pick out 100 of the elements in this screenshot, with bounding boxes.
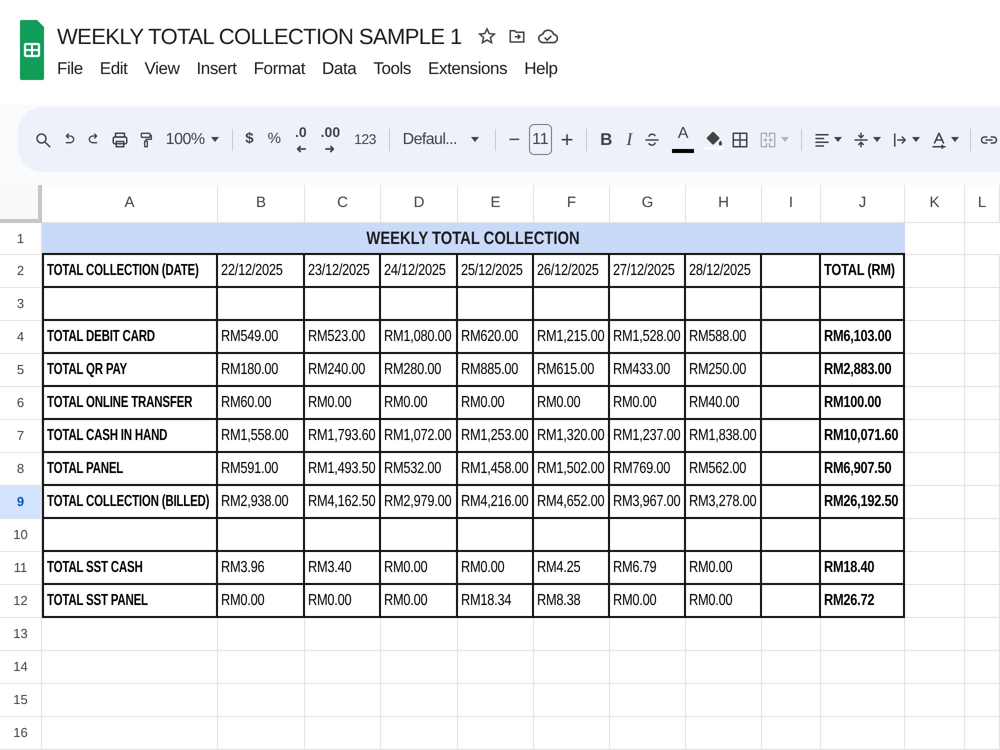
document-title[interactable]: WEEKLY TOTAL COLLECTION SAMPLE 1 xyxy=(57,20,462,52)
column-header[interactable]: E xyxy=(458,185,534,223)
row-header[interactable]: 9 xyxy=(0,486,42,519)
menu-item[interactable]: Extensions xyxy=(426,56,510,82)
table-cell: RM620.00 xyxy=(458,321,534,354)
italic-button[interactable]: I xyxy=(621,124,638,154)
table-cell: RM2,938.00 xyxy=(218,486,305,519)
percent-button[interactable]: % xyxy=(262,124,286,154)
grid-cell xyxy=(965,618,1000,651)
number-format-button[interactable]: 123 xyxy=(349,124,381,154)
table-cell: RM1,072.00 xyxy=(381,420,458,453)
column-header[interactable]: L xyxy=(965,185,1000,223)
row-header[interactable]: 7 xyxy=(0,420,42,453)
print-icon[interactable] xyxy=(111,130,130,148)
font-dropdown[interactable]: Defaul... xyxy=(398,124,487,154)
decrease-font-size-button[interactable]: − xyxy=(504,124,526,154)
row-header[interactable]: 10 xyxy=(0,519,42,552)
font-size-field[interactable]: 11 xyxy=(529,124,552,155)
table-cell: RM433.00 xyxy=(610,354,686,387)
row-header[interactable]: 13 xyxy=(0,618,42,651)
grid-cell xyxy=(905,288,965,321)
menu-item[interactable]: File xyxy=(55,56,85,82)
borders-icon[interactable] xyxy=(730,130,749,148)
text-color-button[interactable]: A xyxy=(667,124,700,154)
table-cell: RM4,162.50 xyxy=(305,486,381,519)
increase-decimal-button[interactable]: .00 xyxy=(316,124,346,154)
text-rotation-icon[interactable] xyxy=(930,130,948,150)
column-header[interactable]: G xyxy=(610,185,686,223)
zoom-dropdown[interactable]: 100% xyxy=(160,124,224,154)
column-header[interactable]: D xyxy=(381,185,458,223)
paint-format-icon[interactable] xyxy=(138,130,154,150)
table-cell: TOTAL (RM) xyxy=(821,255,905,288)
row-header[interactable]: 14 xyxy=(0,651,42,684)
column-header[interactable]: C xyxy=(305,185,381,223)
grid-cell xyxy=(965,420,1000,453)
right-arrow-icon[interactable] xyxy=(325,144,336,152)
grid-cell xyxy=(965,552,1000,585)
table-cell: RM1,080.00 xyxy=(381,321,458,354)
row-header[interactable]: 16 xyxy=(0,717,42,750)
table-cell xyxy=(762,354,821,387)
grid-cell xyxy=(965,453,1000,486)
grid-cell xyxy=(965,519,1000,552)
column-header[interactable]: A xyxy=(42,185,218,223)
table-cell: RM6,907.50 xyxy=(821,453,905,486)
increase-font-size-button[interactable]: + xyxy=(556,124,578,154)
grid-cell xyxy=(905,453,965,486)
table-cell: RM4.25 xyxy=(534,552,610,585)
grid-cell xyxy=(965,255,1000,288)
row-header[interactable]: 3 xyxy=(0,288,42,321)
menu-item[interactable]: Insert xyxy=(194,56,239,82)
grid-cell xyxy=(905,354,965,387)
decrease-decimal-button[interactable]: .0 xyxy=(290,124,312,154)
table-cell: RM532.00 xyxy=(381,453,458,486)
spreadsheet-logo-icon[interactable] xyxy=(20,20,44,80)
menu-item[interactable]: View xyxy=(142,56,182,82)
row-header[interactable]: 4 xyxy=(0,321,42,354)
row-header[interactable]: 15 xyxy=(0,684,42,717)
star-icon[interactable] xyxy=(478,27,496,45)
table-cell: 23/12/2025 xyxy=(305,255,381,288)
currency-button[interactable]: $ xyxy=(240,124,259,154)
search-icon[interactable] xyxy=(34,130,52,148)
table-cell: RM0.00 xyxy=(534,387,610,420)
strikethrough-icon[interactable] xyxy=(643,130,662,148)
menu-item[interactable]: Data xyxy=(320,56,358,82)
row-header[interactable]: 1 xyxy=(0,223,42,255)
table-cell: RM1,838.00 xyxy=(686,420,762,453)
grid-cell xyxy=(905,717,965,750)
table-cell: RM18.34 xyxy=(458,585,534,618)
cloud-check-icon[interactable] xyxy=(538,27,558,45)
row-header[interactable]: 6 xyxy=(0,387,42,420)
row-header[interactable]: 8 xyxy=(0,453,42,486)
folder-icon[interactable] xyxy=(508,27,526,45)
row-header[interactable]: 5 xyxy=(0,354,42,387)
grid-cell xyxy=(905,519,965,552)
column-header[interactable]: J xyxy=(821,185,905,223)
row-header[interactable]: 11 xyxy=(0,552,42,585)
grid-cell xyxy=(965,585,1000,618)
grid-cell xyxy=(965,651,1000,684)
row-header[interactable]: 12 xyxy=(0,585,42,618)
column-header[interactable]: K xyxy=(905,185,965,223)
column-header[interactable]: B xyxy=(218,185,305,223)
table-cell: RM2,979.00 xyxy=(381,486,458,519)
column-header[interactable]: F xyxy=(534,185,610,223)
column-header[interactable]: I xyxy=(762,185,821,223)
vertical-align-icon[interactable] xyxy=(852,130,870,150)
table-cell: RM1,528.00 xyxy=(610,321,686,354)
table-cell: RM1,493.50 xyxy=(305,453,381,486)
bold-button[interactable]: B xyxy=(595,124,618,154)
table-cell: RM0.00 xyxy=(686,552,762,585)
menu-item[interactable]: Format xyxy=(252,56,308,82)
menu-item[interactable]: Edit xyxy=(98,56,130,82)
left-arrow-icon[interactable] xyxy=(296,144,306,152)
row-header[interactable]: 2 xyxy=(0,255,42,288)
column-header[interactable]: H xyxy=(686,185,762,223)
menu-item[interactable]: Tools xyxy=(371,56,414,82)
table-cell: TOTAL SST PANEL xyxy=(42,585,218,618)
table-cell: RM1,215.00 xyxy=(534,321,610,354)
table-cell xyxy=(762,486,821,519)
table-cell: RM2,883.00 xyxy=(821,354,905,387)
menu-item[interactable]: Help xyxy=(522,56,560,82)
